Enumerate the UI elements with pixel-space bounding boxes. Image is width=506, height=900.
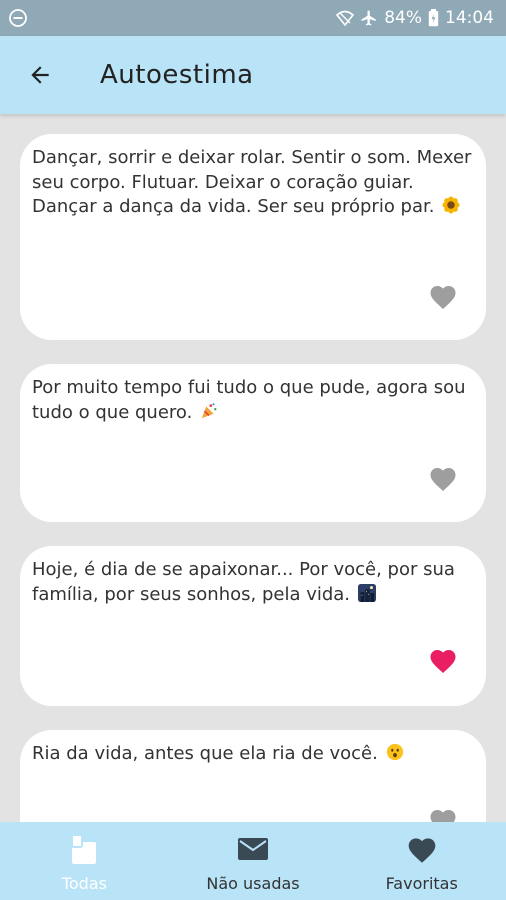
favorite-heart-icon[interactable]: [428, 646, 458, 674]
status-bar: 84% 14:04: [0, 0, 506, 36]
nav-nao-usadas[interactable]: Não usadas: [169, 822, 338, 900]
wifi-icon: [336, 10, 355, 27]
nav-nao-usadas-label: Não usadas: [206, 874, 300, 893]
nav-favoritas-label: Favoritas: [385, 874, 458, 893]
envelope-icon: [238, 838, 268, 860]
night-city-icon: [357, 583, 376, 602]
quote-text: Dançar, sorrir e deixar rolar. Sentir o …: [32, 147, 472, 217]
bottom-navigation: Todas Não usadas Favoritas: [0, 822, 506, 900]
battery-icon: [428, 9, 439, 27]
favorite-heart-icon[interactable]: [428, 282, 458, 310]
battery-percent: 84%: [384, 8, 422, 28]
airplane-icon: [361, 10, 376, 26]
page-title: Autoestima: [100, 60, 254, 90]
quote-text: Por muito tempo fui tudo o que pude, ago…: [32, 377, 466, 423]
quote-text: Hoje, é dia de se apaixonar... Por você,…: [32, 559, 455, 605]
favorite-heart-icon[interactable]: [428, 464, 458, 492]
quote-card: Por muito tempo fui tudo o que pude, ago…: [20, 364, 486, 522]
nav-todas[interactable]: Todas: [0, 822, 169, 900]
quote-text: Ria da vida, antes que ela ria de você.: [32, 742, 472, 767]
quotes-stack-icon: [71, 834, 97, 864]
quote-card: Hoje, é dia de se apaixonar... Por você,…: [20, 546, 486, 706]
back-button[interactable]: [22, 57, 58, 93]
quote-card: Dançar, sorrir e deixar rolar. Sentir o …: [20, 134, 486, 340]
do-not-disturb-icon: [9, 9, 27, 27]
favorite-heart-icon[interactable]: [428, 806, 458, 822]
quote-card: Ria da vida, antes que ela ria de você.: [20, 730, 486, 822]
surprised-face-icon: [386, 743, 403, 761]
quote-list[interactable]: Dançar, sorrir e deixar rolar. Sentir o …: [0, 114, 506, 822]
sunflower-icon: [442, 196, 460, 214]
arrow-left-icon: [31, 66, 49, 84]
heart-icon: [408, 838, 436, 863]
clock: 14:04: [445, 8, 494, 28]
nav-todas-label: Todas: [61, 874, 107, 893]
nav-favoritas[interactable]: Favoritas: [337, 822, 506, 900]
app-bar: Autoestima: [0, 36, 506, 114]
party-popper-icon: [201, 402, 217, 418]
